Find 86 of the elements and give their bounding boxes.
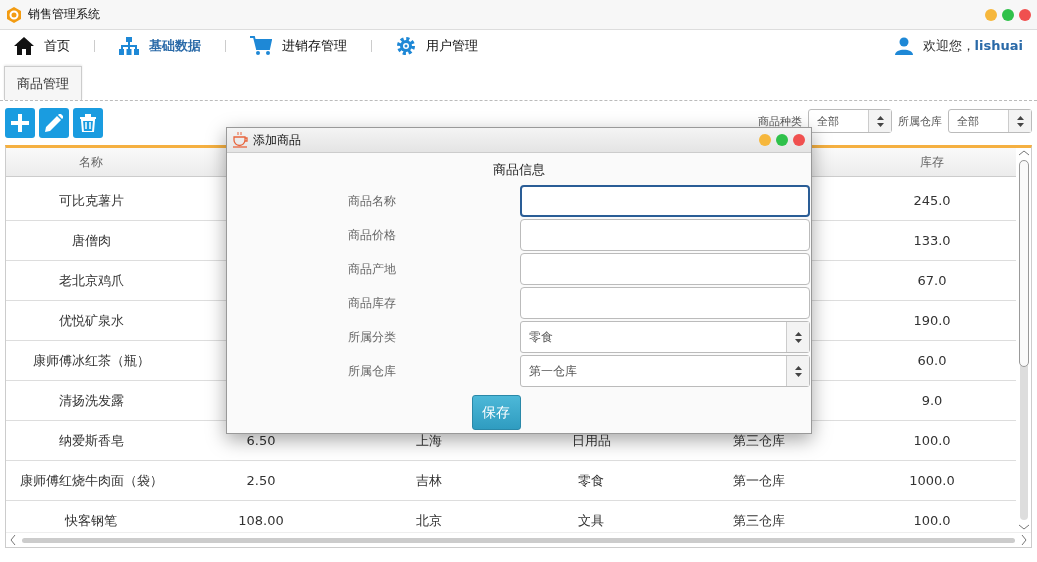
nav-item[interactable]: 进销存管理 [250,36,347,56]
table-cell-text: 优悦矿泉水 [57,311,125,330]
gear-icon [396,36,416,56]
close-button[interactable] [793,134,805,146]
table-cell-text: 9.0 [920,393,944,408]
table-cell-text: 吉林 [414,471,443,490]
column-header[interactable]: 库存 [847,153,1017,171]
input-field[interactable] [520,287,810,319]
pencil-icon [45,114,63,132]
filter-label: 商品种类 [758,113,802,129]
table-cell-text: 日用品 [570,431,612,450]
select-field[interactable]: 零食 [520,321,810,353]
table-cell-text: 康师傅冰红茶（瓶） [31,351,151,370]
table-cell-text: 老北京鸡爪 [57,271,125,290]
table-cell-text: 第三仓库 [732,511,786,530]
spinner-arrows-icon [876,115,884,127]
table-cell-text: 第三仓库 [732,431,786,450]
delete-button[interactable] [73,108,103,138]
maximize-button[interactable] [1002,8,1014,21]
filter-select[interactable]: 全部 [808,109,892,133]
hierarchy-icon [119,37,139,55]
field-label: 所属仓库 [348,363,396,378]
column-header[interactable]: 名称 [6,153,176,171]
scroll-right-icon[interactable] [1021,535,1027,545]
table-cell-text: 快客钢笔 [64,511,118,530]
field-label: 商品库存 [348,295,396,310]
table-cell-text: 100.0 [912,433,952,448]
select-field[interactable]: 第一仓库 [520,355,810,387]
table-cell-text: 上海 [414,431,443,450]
table-cell-text: 零食 [577,471,605,490]
table-cell-text: 6.50 [245,433,277,448]
table-cell-text: 100.0 [912,513,952,528]
table-cell-text: 文具 [577,511,605,530]
maximize-button[interactable] [776,134,788,146]
table-cell-text: 清扬洗发露 [57,391,125,410]
coffee-cup-icon [233,132,249,148]
cart-icon [250,36,272,56]
add-button[interactable] [5,108,35,138]
close-button[interactable] [1019,8,1031,21]
table-cell-text: 108.00 [237,513,285,528]
minimize-button[interactable] [985,8,997,21]
field-label: 所属分类 [348,329,396,344]
table-cell-text: 67.0 [916,273,948,288]
form-heading: 商品信息 [492,161,546,179]
input-field[interactable] [520,253,810,285]
table-cell-text: 190.0 [912,313,952,328]
table-cell-text: 第一仓库 [732,471,786,490]
edit-button[interactable] [39,108,69,138]
scroll-up-icon[interactable] [1018,150,1029,156]
user-icon [894,37,913,55]
table-cell-text: 可比克薯片 [57,191,125,210]
nav-item[interactable]: 首页 [14,37,70,55]
dialog-title: 添加商品 [253,131,301,149]
table-cell-text: 北京 [414,511,443,530]
app-logo-icon [6,6,22,23]
input-field[interactable] [520,185,810,217]
field-label: 商品价格 [348,227,396,242]
table-cell-text: 纳爱斯香皂 [57,431,125,450]
field-label: 商品名称 [348,193,396,208]
nav-item[interactable]: 基础数据 [119,37,201,55]
welcome-text: 欢迎您，lishuai [922,37,1023,55]
table-cell-text: 133.0 [912,233,952,248]
vertical-scrollbar[interactable] [1019,160,1028,520]
table-cell-text: 1000.0 [908,473,956,488]
field-label: 商品产地 [348,261,396,276]
spinner-arrows-icon [794,365,802,377]
table-cell-text: 唐僧肉 [70,231,112,250]
filter-select[interactable]: 全部 [948,109,1032,133]
spinner-arrows-icon [1016,115,1024,127]
scroll-left-icon[interactable] [10,535,16,545]
nav-item[interactable]: 用户管理 [396,36,478,56]
table-cell-text: 60.0 [916,353,948,368]
table-cell-text: 2.50 [245,473,277,488]
minimize-button[interactable] [759,134,771,146]
tab[interactable]: 商品管理 [4,66,82,100]
input-field[interactable] [520,219,810,251]
home-icon [14,37,34,55]
plus-icon [11,114,29,132]
window-title: 销售管理系统 [28,6,100,23]
table-cell-text: 康师傅红烧牛肉面（袋） [18,471,164,490]
trash-icon [80,114,96,132]
filter-label: 所属仓库 [898,113,942,129]
table-cell-text: 245.0 [912,193,952,208]
spinner-arrows-icon [794,331,802,343]
horizontal-scrollbar[interactable] [22,537,1015,543]
scroll-down-icon[interactable] [1018,524,1029,530]
